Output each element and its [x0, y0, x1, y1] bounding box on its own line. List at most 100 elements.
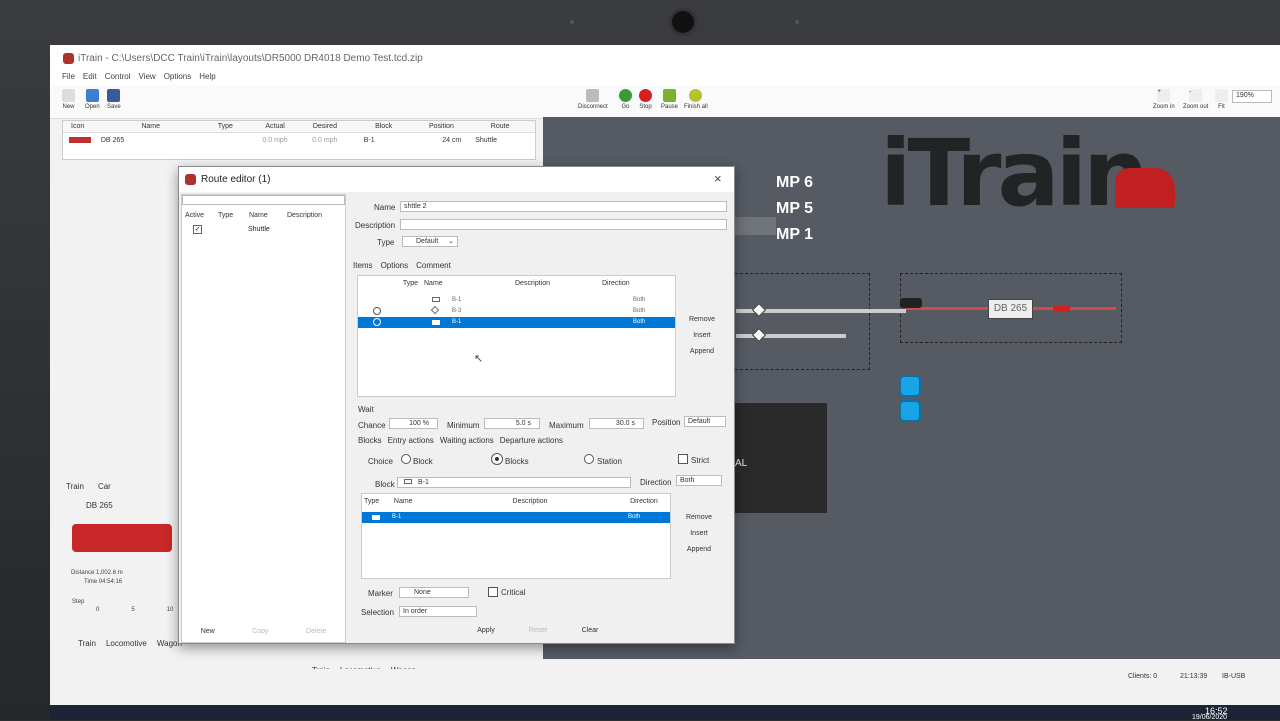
menu-edit[interactable]: Edit [83, 72, 97, 85]
col-desired[interactable]: Desired [300, 123, 350, 130]
table-row[interactable]: ✓ Shuttle [182, 224, 345, 236]
tab-waiting-actions[interactable]: Waiting actions [440, 436, 494, 445]
choice-label: Choice [368, 457, 393, 466]
go-button[interactable]: Go [619, 89, 632, 110]
radio-station[interactable] [584, 454, 594, 464]
apply-button[interactable]: Apply [471, 624, 501, 637]
menu-help[interactable]: Help [199, 72, 215, 85]
save-button[interactable]: Save [107, 89, 121, 110]
new-button[interactable]: New [62, 89, 75, 110]
reset-button[interactable]: Reset [523, 624, 553, 637]
route-filter[interactable] [182, 195, 345, 205]
chance-input[interactable]: 100 % [389, 418, 438, 429]
tab-train-bottom[interactable]: Train [78, 639, 96, 648]
col-item-direction[interactable]: Direction [602, 280, 662, 287]
stop-button[interactable]: Stop [639, 89, 652, 110]
block-icon [432, 297, 440, 302]
zoom-in-button[interactable]: + Zoom in [1153, 89, 1175, 110]
radio-blocks[interactable] [491, 453, 503, 465]
selection-label: Selection [361, 608, 394, 617]
fit-button[interactable]: Fit [1215, 89, 1228, 110]
insert-item-button[interactable]: Insert [679, 329, 725, 342]
tab-locomotive-bottom[interactable]: Locomotive [106, 639, 147, 648]
col-item-name[interactable]: Name [424, 280, 515, 287]
marker-select[interactable]: None [399, 587, 469, 598]
radio-icon[interactable] [373, 318, 381, 326]
strict-checkbox[interactable] [678, 454, 688, 464]
col-route-name[interactable]: Name [249, 212, 287, 219]
col-item-type[interactable]: Type [358, 280, 424, 287]
col-position[interactable]: Position [418, 123, 466, 130]
tab-comment[interactable]: Comment [416, 261, 451, 270]
name-input[interactable]: shttle 2 [400, 201, 727, 212]
copy-route-button[interactable]: Copy [252, 625, 268, 638]
delete-route-button[interactable]: Delete [306, 625, 326, 638]
close-icon[interactable]: × [714, 171, 722, 186]
col-block-direction[interactable]: Direction [630, 498, 670, 505]
active-checkbox[interactable]: ✓ [193, 225, 202, 234]
window-titlebar: iTrain - C:\Users\DCC Train\iTrain\layou… [50, 45, 1280, 72]
block-select[interactable]: B-1 [397, 477, 631, 488]
list-item-selected[interactable]: B-1 Both [358, 317, 675, 328]
list-item[interactable]: B-3 Both [358, 305, 675, 317]
item-direction: Both [633, 308, 646, 314]
tab-items[interactable]: Items [353, 261, 373, 270]
col-type[interactable]: Type [200, 123, 250, 130]
remove-item-button[interactable]: Remove [679, 313, 725, 326]
col-block[interactable]: Block [350, 123, 418, 130]
radio-icon[interactable] [373, 307, 381, 315]
sensor-bottom[interactable] [899, 400, 921, 422]
finish-all-button[interactable]: Finish all [684, 89, 708, 110]
append-item-button[interactable]: Append [679, 345, 725, 358]
col-name[interactable]: Name [101, 123, 201, 130]
menu-options[interactable]: Options [164, 72, 192, 85]
zoom-level-select[interactable]: 190% [1232, 90, 1272, 103]
col-active[interactable]: Active [185, 212, 218, 219]
description-input[interactable] [400, 219, 727, 230]
tab-entry-actions[interactable]: Entry actions [388, 436, 434, 445]
menu-file[interactable]: File [62, 72, 75, 85]
table-row[interactable]: DB 265 0.0 mph 0.0 mph B-1 24 cm Shuttle [63, 133, 535, 148]
col-actual[interactable]: Actual [250, 123, 300, 130]
panel-text: AL [735, 458, 748, 469]
sensor-top[interactable] [899, 375, 921, 397]
open-button[interactable]: Open [85, 89, 100, 110]
remove-block-button[interactable]: Remove [676, 511, 722, 524]
menu-control[interactable]: Control [105, 72, 131, 85]
maximum-input[interactable]: 30.0 s [589, 418, 644, 429]
selection-select[interactable]: In order [399, 606, 477, 617]
direction-select[interactable]: Both [676, 475, 722, 486]
tab-departure-actions[interactable]: Departure actions [500, 436, 563, 445]
menu-view[interactable]: View [138, 72, 155, 85]
critical-checkbox[interactable] [488, 587, 498, 597]
table-row-selected[interactable]: B-1 Both [362, 512, 670, 523]
col-item-description[interactable]: Description [515, 280, 602, 287]
col-route-description[interactable]: Description [287, 212, 347, 219]
append-block-button[interactable]: Append [676, 543, 722, 556]
list-item[interactable]: B-1 Both [358, 295, 675, 306]
mp6-label: MP 6 [776, 174, 814, 191]
pause-label: Pause [661, 104, 679, 110]
tab-options[interactable]: Options [381, 261, 409, 270]
type-select[interactable]: Default ⌄ [402, 236, 458, 247]
clear-button[interactable]: Clear [575, 624, 605, 637]
col-block-type[interactable]: Type [362, 498, 394, 505]
radio-block[interactable] [401, 454, 411, 464]
new-route-button[interactable]: New [201, 625, 215, 638]
col-route-type[interactable]: Type [218, 212, 249, 219]
tab-train[interactable]: Train [66, 482, 84, 491]
minimum-input[interactable]: 5.0 s [484, 418, 540, 429]
tab-blocks[interactable]: Blocks [358, 436, 382, 445]
disconnect-button[interactable]: Disconnect [578, 89, 608, 110]
pause-button[interactable]: Pause [661, 89, 678, 110]
zoom-out-button[interactable]: - Zoom out [1183, 89, 1208, 110]
position-select[interactable]: Default [684, 416, 726, 427]
insert-block-button[interactable]: Insert [676, 527, 722, 540]
col-route[interactable]: Route [465, 123, 535, 130]
loco-label[interactable]: DB 265 [988, 299, 1033, 319]
col-block-description[interactable]: Description [513, 498, 631, 505]
tab-car[interactable]: Car [98, 482, 111, 491]
col-block-name[interactable]: Name [394, 498, 513, 505]
col-icon[interactable]: Icon [63, 123, 101, 130]
strict-label: Strict [691, 456, 710, 465]
